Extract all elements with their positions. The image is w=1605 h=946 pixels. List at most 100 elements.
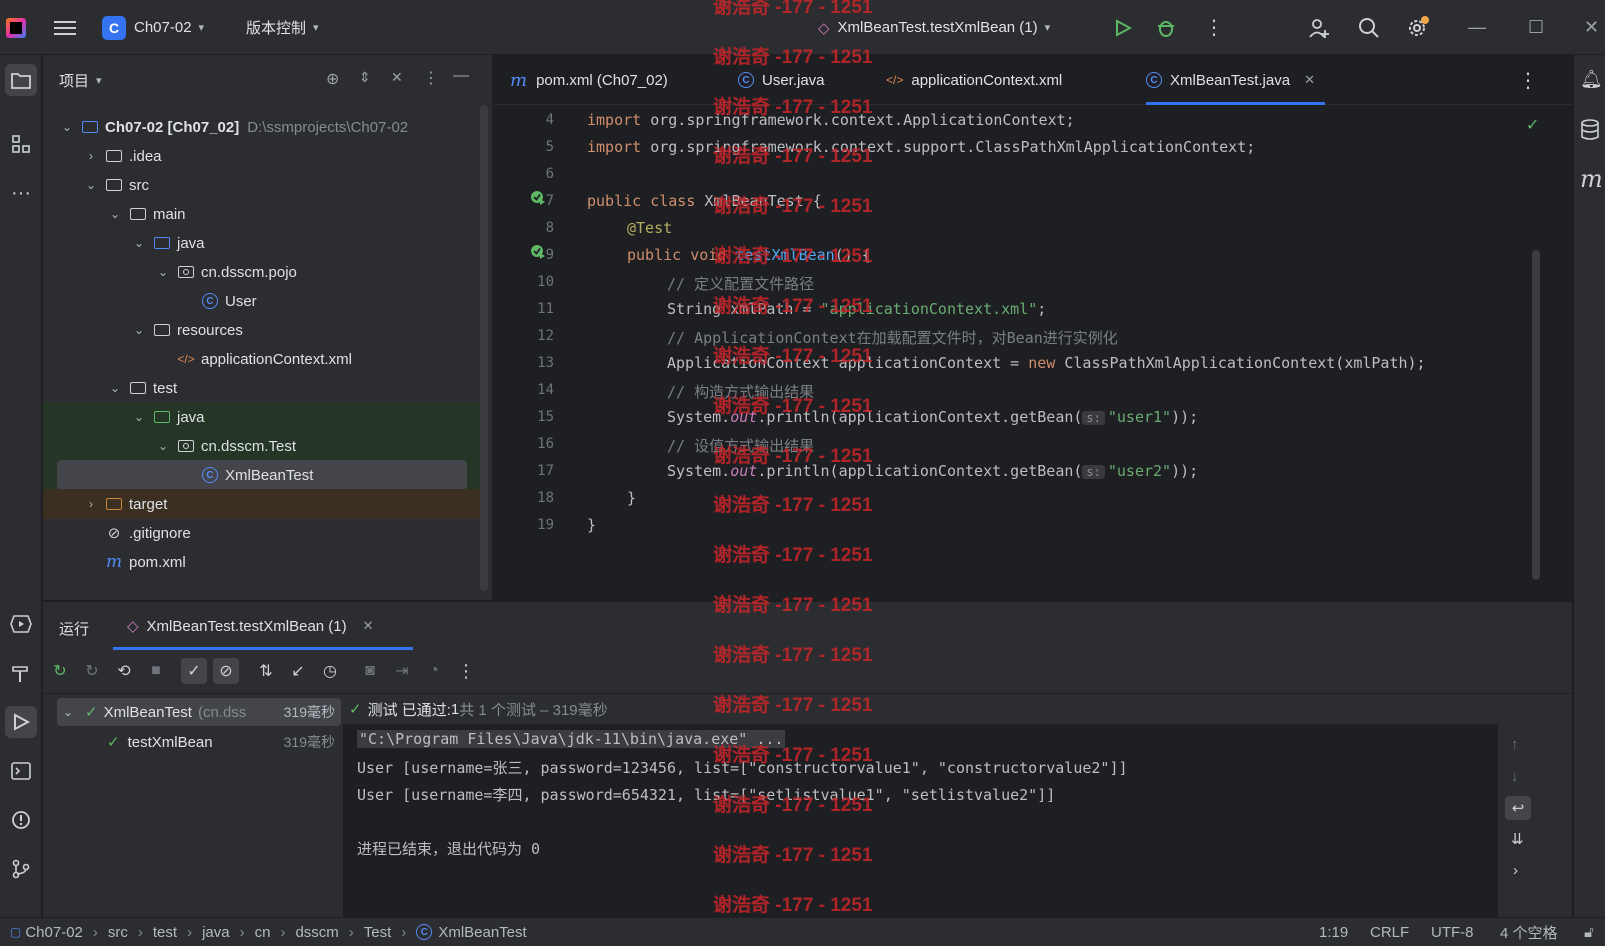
tree-item-idea[interactable]: › .idea	[43, 141, 483, 171]
database-button[interactable]	[1580, 119, 1600, 145]
no-problems-icon[interactable]: ✓	[1526, 115, 1539, 135]
chevron-down-icon[interactable]: ⌄	[155, 439, 171, 453]
tree-item-pojo-package[interactable]: ⌄ cn.dsscm.pojo	[43, 257, 483, 287]
tree-item-main[interactable]: ⌄ main	[43, 199, 483, 229]
project-selector[interactable]: C Ch07-02 ▾	[102, 0, 204, 55]
tree-item-test-java[interactable]: ⌄ java	[43, 402, 483, 432]
minimize-button[interactable]: —	[1468, 0, 1486, 55]
debug-button[interactable]	[1156, 0, 1176, 55]
coverage-button[interactable]: ◔	[421, 658, 447, 684]
project-scrollbar[interactable]	[480, 105, 488, 591]
collapse-all-icon[interactable]: ✕	[391, 69, 403, 86]
tree-item-target[interactable]: › target	[43, 489, 483, 519]
run-test-class-gutter-button[interactable]	[530, 190, 546, 210]
stop-button[interactable]: ■	[143, 658, 169, 684]
breadcrumb-item[interactable]: Ch07-02	[25, 924, 83, 941]
breadcrumb-item[interactable]: XmlBeanTest	[438, 924, 526, 941]
tab-pom[interactable]: m pom.xml (Ch07_02)	[510, 55, 668, 105]
chevron-down-icon[interactable]: ⌄	[131, 323, 147, 337]
tree-item-xmlbeantest[interactable]: C XmlBeanTest	[57, 460, 467, 490]
caret-position[interactable]: 1:19	[1319, 924, 1348, 941]
main-menu-button[interactable]	[54, 0, 76, 55]
import-tests-button[interactable]: ↙	[285, 658, 311, 684]
chevron-down-icon[interactable]: ⌄	[83, 178, 99, 192]
more-tools-button[interactable]: ···	[5, 177, 37, 209]
breadcrumb-item[interactable]: test	[153, 924, 177, 941]
run-tool-button[interactable]	[5, 706, 37, 738]
search-button[interactable]	[1358, 0, 1380, 55]
more-actions-button[interactable]: ⋮	[453, 658, 479, 684]
test-method-row[interactable]: ✓ testXmlBean 319毫秒	[57, 728, 341, 756]
tree-item-resources[interactable]: ⌄ resources	[43, 315, 483, 345]
editor-scrollbar[interactable]	[1532, 250, 1540, 580]
run-button[interactable]	[1114, 0, 1132, 55]
chevron-down-icon[interactable]: ⌄	[107, 207, 123, 221]
tab-xmlbeantest[interactable]: C XmlBeanTest.java ✕	[1146, 55, 1325, 105]
read-only-toggle[interactable]: 🔓︎	[1584, 924, 1594, 941]
close-tab-icon[interactable]: ✕	[363, 618, 374, 634]
git-tool-button[interactable]	[5, 853, 37, 885]
tree-item-application-context[interactable]: </> applicationContext.xml	[43, 344, 483, 374]
locate-icon[interactable]: ⊕	[326, 69, 339, 89]
project-panel-title[interactable]: 项目	[59, 70, 89, 91]
build-tool-button[interactable]	[5, 657, 37, 689]
breadcrumb-item[interactable]: cn	[255, 924, 271, 941]
breadcrumb-item[interactable]: dsscm	[295, 924, 338, 941]
more-actions-button[interactable]: ⋮	[1204, 0, 1224, 55]
screenshot-button[interactable]: ◙	[357, 658, 383, 684]
scroll-down-icon[interactable]: ↓	[1511, 768, 1519, 785]
chevron-down-icon[interactable]: ⌄	[155, 265, 171, 279]
more-vertical-icon[interactable]: ⋮	[423, 68, 439, 88]
run-tab[interactable]: ◇ XmlBeanTest.testXmlBean (1) ✕	[127, 602, 374, 650]
indent-setting[interactable]: 4 个空格	[1500, 922, 1558, 943]
tree-item-gitignore[interactable]: ⊘ .gitignore	[43, 518, 483, 548]
sort-button[interactable]: ⇅	[253, 658, 279, 684]
tree-item-project-root[interactable]: ⌄ Ch07-02 [Ch07_02] D:\ssmprojects\Ch07-…	[43, 112, 483, 142]
tree-item-src[interactable]: ⌄ src	[43, 170, 483, 200]
tab-options-button[interactable]: ⋮	[1518, 55, 1538, 105]
chevron-down-icon[interactable]: ⌄	[63, 705, 79, 719]
show-passed-button[interactable]: ✓	[181, 658, 207, 684]
close-window-button[interactable]: ✕	[1584, 0, 1599, 55]
tree-item-test[interactable]: ⌄ test	[43, 373, 483, 403]
maven-button[interactable]: m	[1580, 165, 1603, 193]
project-tool-button[interactable]	[5, 64, 37, 96]
breadcrumb-item[interactable]: Test	[364, 924, 392, 941]
test-class-row[interactable]: ⌄ ✓ XmlBeanTest (cn.dss 319毫秒	[57, 698, 341, 726]
toggle-auto-test-button[interactable]: ⟲	[111, 658, 137, 684]
history-button[interactable]: ◷	[317, 658, 343, 684]
soft-wrap-button[interactable]: ↩	[1505, 796, 1531, 820]
notifications-button[interactable]: 🔔︎	[1580, 69, 1603, 90]
scroll-to-end-button[interactable]: ⇊	[1511, 830, 1524, 848]
file-encoding[interactable]: UTF-8	[1431, 924, 1474, 941]
export-button[interactable]: ⇥	[389, 658, 415, 684]
scroll-up-icon[interactable]: ↑	[1511, 736, 1519, 753]
expand-toolbar-button[interactable]: ›	[1513, 862, 1518, 879]
rerun-failed-button[interactable]: ↻	[79, 658, 105, 684]
rerun-button[interactable]: ↻	[47, 658, 73, 684]
breadcrumb-item[interactable]: src	[108, 924, 128, 941]
tab-application-context[interactable]: </> applicationContext.xml	[886, 55, 1062, 105]
tree-item-pom[interactable]: m pom.xml	[43, 547, 483, 577]
expand-all-icon[interactable]: ⇕	[359, 69, 371, 86]
chevron-down-icon[interactable]: ⌄	[59, 120, 75, 134]
chevron-down-icon[interactable]: ▾	[96, 74, 102, 87]
show-ignored-button[interactable]: ⊘	[213, 658, 239, 684]
tree-item-user-class[interactable]: C User	[43, 286, 483, 316]
breadcrumb-item[interactable]: java	[202, 924, 230, 941]
settings-button[interactable]	[1406, 0, 1430, 55]
close-tab-icon[interactable]: ✕	[1304, 72, 1315, 88]
hide-panel-icon[interactable]: —	[453, 67, 469, 85]
run-config-selector[interactable]: ◇ XmlBeanTest.testXmlBean (1) ▾	[818, 0, 1050, 55]
line-separator[interactable]: CRLF	[1370, 924, 1409, 941]
tab-user-java[interactable]: C User.java	[738, 55, 825, 105]
chevron-right-icon[interactable]: ›	[83, 149, 99, 163]
chevron-right-icon[interactable]: ›	[83, 497, 99, 511]
terminal-tool-button[interactable]	[5, 755, 37, 787]
chevron-down-icon[interactable]: ⌄	[131, 410, 147, 424]
chevron-down-icon[interactable]: ⌄	[131, 236, 147, 250]
vcs-menu[interactable]: 版本控制 ▾	[246, 0, 319, 55]
run-test-method-gutter-button[interactable]	[530, 244, 546, 264]
maximize-button[interactable]: ☐	[1528, 0, 1544, 55]
structure-tool-button[interactable]	[5, 128, 37, 160]
